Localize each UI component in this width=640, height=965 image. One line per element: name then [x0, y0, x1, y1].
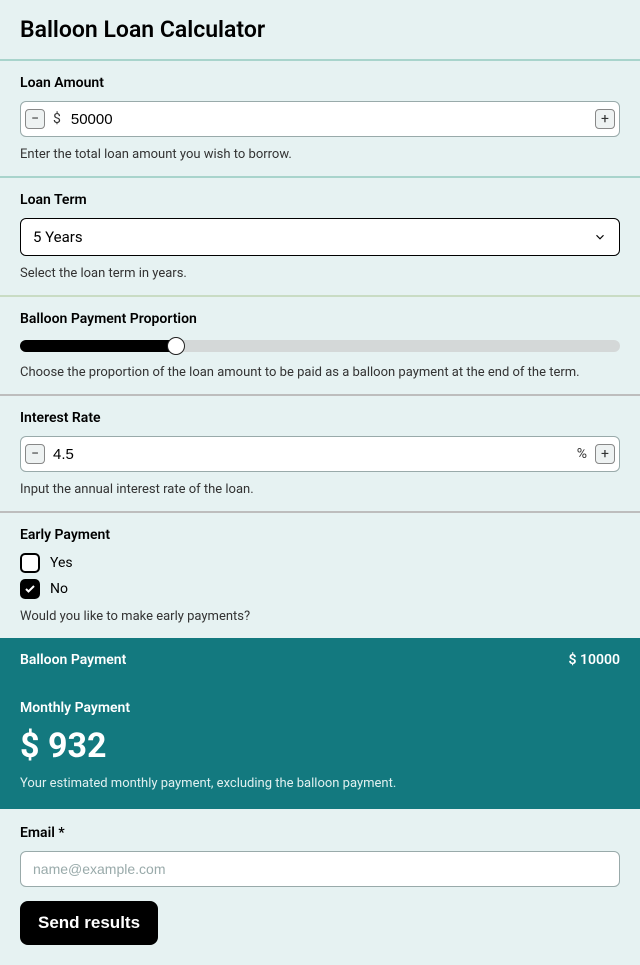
checkbox-no[interactable]: [20, 579, 40, 599]
interest-stepper[interactable]: − % +: [20, 436, 620, 472]
loan-amount-input[interactable]: [69, 111, 595, 128]
balloon-payment-result: Balloon Payment $ 10000: [0, 638, 640, 682]
balloon-prop-desc: Choose the proportion of the loan amount…: [20, 365, 620, 380]
decrement-button[interactable]: −: [25, 109, 45, 129]
increment-button[interactable]: +: [595, 444, 615, 464]
interest-label: Interest Rate: [20, 410, 620, 426]
section-loan-term: Loan Term 5 Years Select the loan term i…: [0, 176, 640, 295]
balloon-result-value: $ 10000: [569, 652, 620, 668]
early-yes-row[interactable]: Yes: [20, 553, 620, 573]
interest-desc: Input the annual interest rate of the lo…: [20, 482, 620, 497]
email-label: Email *: [20, 825, 620, 841]
loan-amount-stepper[interactable]: − $ +: [20, 101, 620, 137]
early-label: Early Payment: [20, 527, 620, 543]
monthly-result-value: $ 932: [20, 726, 620, 766]
loan-term-desc: Select the loan term in years.: [20, 266, 620, 281]
monthly-payment-result: Monthly Payment $ 932 Your estimated mon…: [0, 682, 640, 809]
checkbox-yes[interactable]: [20, 553, 40, 573]
loan-term-label: Loan Term: [20, 192, 620, 208]
interest-input[interactable]: [45, 446, 569, 463]
currency-prefix: $: [45, 111, 69, 127]
check-icon: [24, 583, 36, 595]
balloon-result-label: Balloon Payment: [20, 652, 126, 668]
chevron-down-icon: [593, 230, 607, 244]
section-early-payment: Early Payment Yes No Would you like to m…: [0, 511, 640, 638]
monthly-result-desc: Your estimated monthly payment, excludin…: [20, 776, 620, 791]
loan-amount-desc: Enter the total loan amount you wish to …: [20, 147, 620, 162]
balloon-prop-label: Balloon Payment Proportion: [20, 311, 620, 327]
early-desc: Would you like to make early payments?: [20, 609, 620, 624]
slider-thumb[interactable]: [167, 337, 185, 355]
section-balloon-proportion: Balloon Payment Proportion Choose the pr…: [0, 295, 640, 394]
loan-term-select[interactable]: 5 Years: [20, 218, 620, 256]
email-field[interactable]: [20, 851, 620, 887]
early-no-label: No: [50, 581, 68, 597]
early-no-row[interactable]: No: [20, 579, 620, 599]
loan-term-value: 5 Years: [33, 228, 593, 246]
monthly-result-label: Monthly Payment: [20, 700, 620, 716]
increment-button[interactable]: +: [595, 109, 615, 129]
balloon-prop-slider[interactable]: [20, 337, 620, 355]
send-results-button[interactable]: Send results: [20, 901, 158, 945]
decrement-button[interactable]: −: [25, 444, 45, 464]
slider-fill: [20, 340, 176, 352]
section-email: Email * Send results: [0, 809, 640, 965]
page-title: Balloon Loan Calculator: [0, 8, 640, 59]
section-interest-rate: Interest Rate − % + Input the annual int…: [0, 394, 640, 511]
percent-suffix: %: [569, 446, 595, 462]
early-yes-label: Yes: [50, 555, 73, 571]
section-loan-amount: Loan Amount − $ + Enter the total loan a…: [0, 59, 640, 176]
loan-amount-label: Loan Amount: [20, 75, 620, 91]
